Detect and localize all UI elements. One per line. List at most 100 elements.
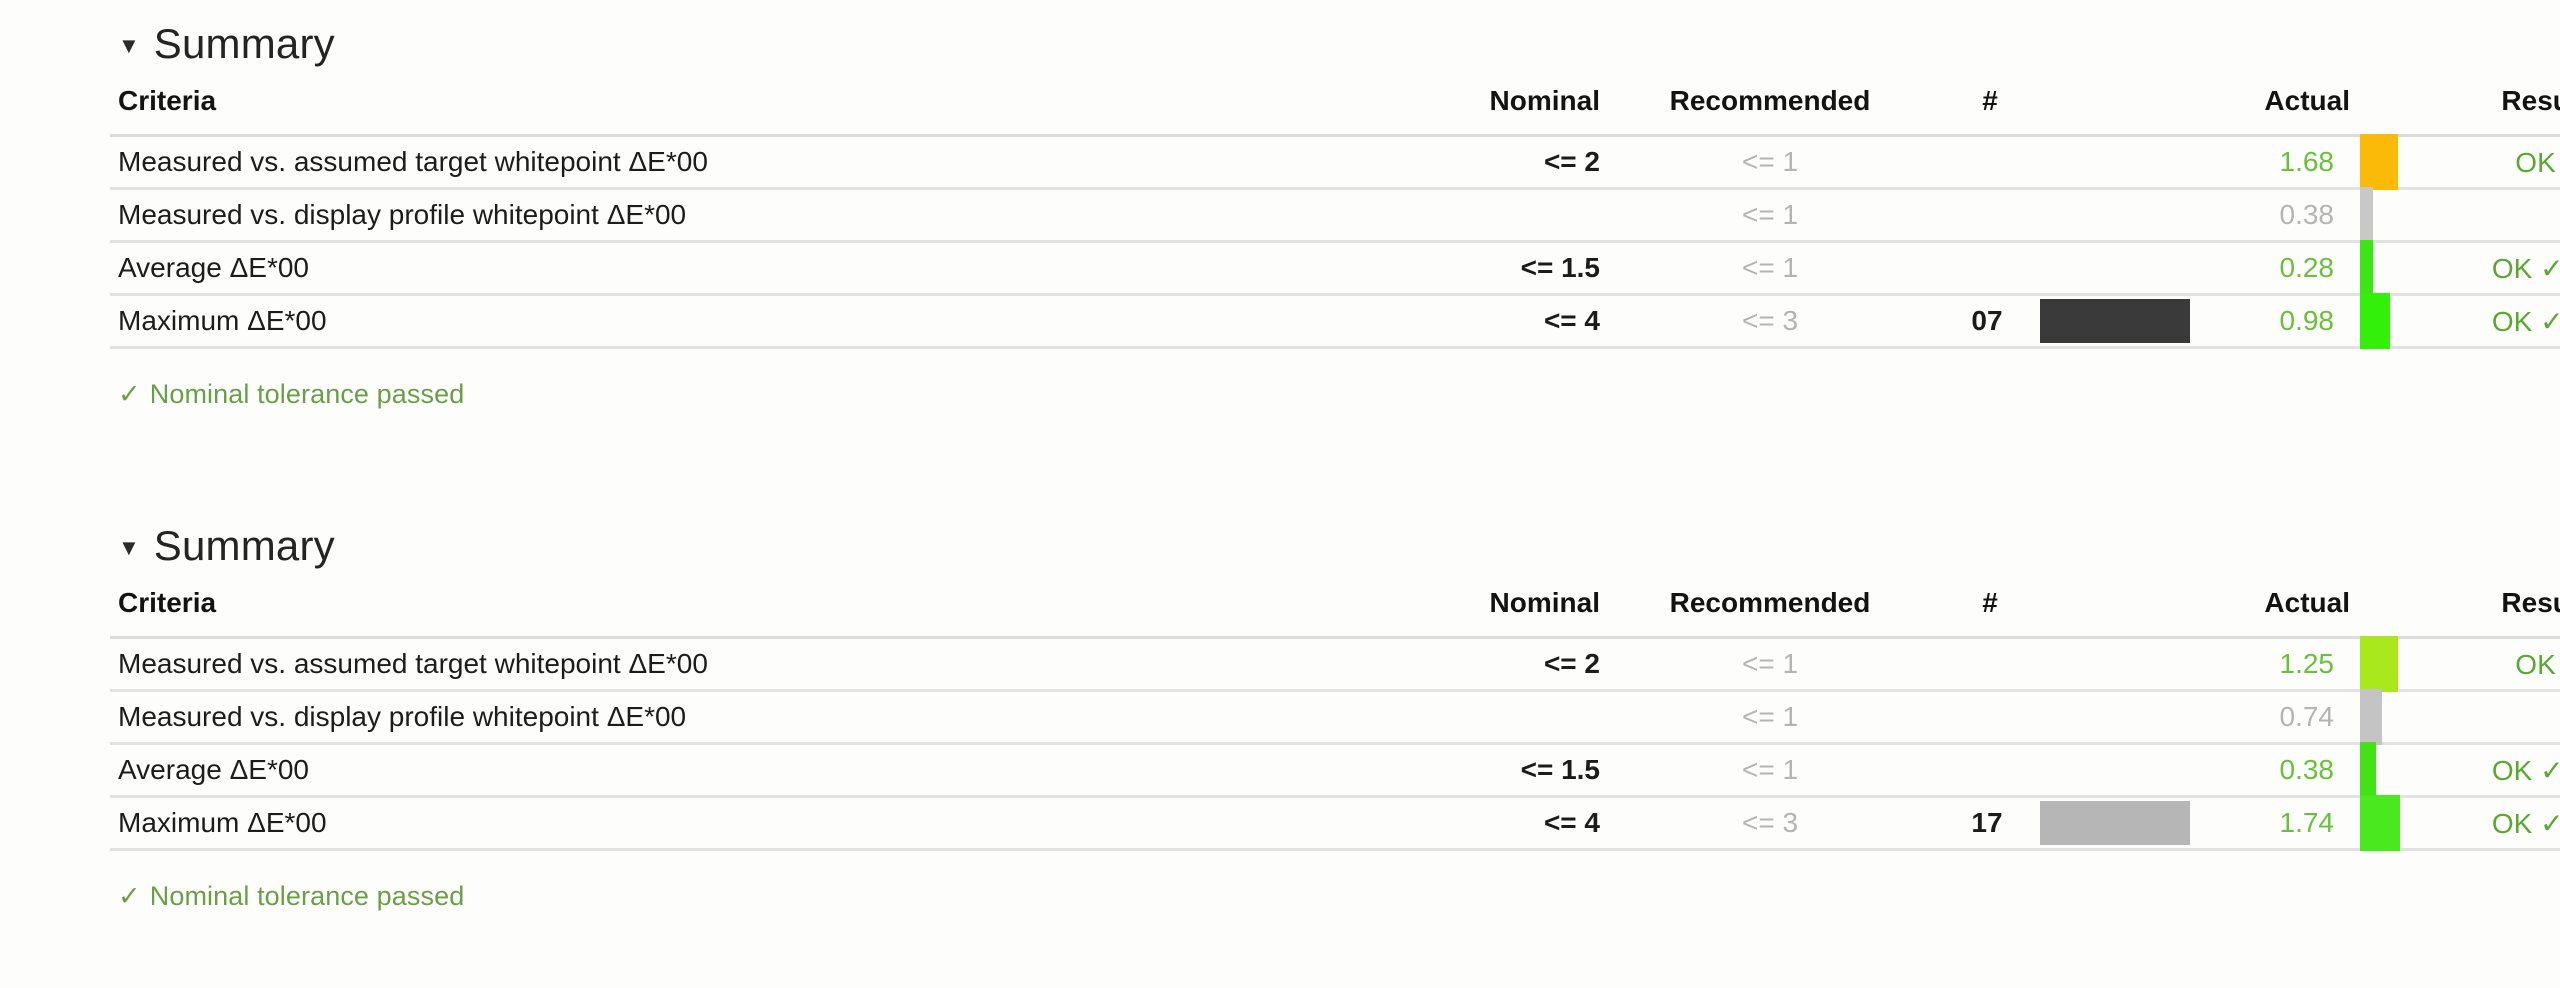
cell-criteria: Maximum ΔE*00	[110, 795, 1260, 851]
status-badge: OK ✓	[2405, 636, 2560, 692]
cell-nominal: <= 4	[1260, 293, 1600, 349]
cell-nominal: <= 4	[1260, 795, 1600, 851]
cell-number: 07	[1940, 293, 2040, 349]
cell-status-bar	[2350, 134, 2405, 190]
cell-recommended: <= 1	[1600, 134, 1940, 190]
cell-criteria: Measured vs. assumed target whitepoint Δ…	[110, 134, 1260, 190]
cell-actual: 1.25	[2200, 636, 2350, 692]
column-header-number: #	[1982, 85, 1998, 116]
cell-criteria: Measured vs. display profile whitepoint …	[110, 689, 1260, 745]
cell-status-bar	[2350, 742, 2405, 798]
column-header-result: Result	[2501, 587, 2560, 618]
section-header-2[interactable]: ▼ Summary	[0, 518, 2560, 574]
table-row: Maximum ΔE*00 <= 4 <= 3 07 0.98 OK ✓✓	[110, 293, 2560, 349]
cell-actual: 0.28	[2200, 240, 2350, 296]
column-header-swatch	[2040, 574, 2200, 638]
cell-nominal: <= 1.5	[1260, 240, 1600, 296]
summary-panel-1: ▼ Summary Criteria Nominal Recommended #…	[0, 16, 2560, 410]
cell-swatch	[2040, 636, 2200, 692]
tolerance-note-2: ✓ Nominal tolerance passed	[0, 881, 2560, 912]
column-header-criteria: Criteria	[118, 587, 217, 618]
cell-status-bar	[2350, 636, 2405, 692]
cell-recommended: <= 1	[1600, 689, 1940, 745]
cell-criteria: Measured vs. assumed target whitepoint Δ…	[110, 636, 1260, 692]
status-bar	[2360, 240, 2373, 296]
status-badge: OK ✓✓	[2405, 293, 2560, 349]
cell-nominal: <= 1.5	[1260, 742, 1600, 798]
status-bar	[2360, 689, 2382, 745]
table-row: Measured vs. assumed target whitepoint Δ…	[110, 134, 2560, 190]
column-header-number: #	[1982, 587, 1998, 618]
table-row: Measured vs. display profile whitepoint …	[110, 689, 2560, 745]
cell-status-bar	[2350, 293, 2405, 349]
status-bar	[2360, 134, 2398, 190]
cell-nominal: <= 2	[1260, 134, 1600, 190]
cell-actual: 0.38	[2200, 187, 2350, 243]
table-body-2: Measured vs. assumed target whitepoint Δ…	[110, 636, 2560, 851]
status-bar	[2360, 293, 2390, 349]
column-header-criteria: Criteria	[118, 85, 217, 116]
cell-recommended: <= 1	[1600, 187, 1940, 243]
cell-swatch	[2040, 742, 2200, 798]
column-header-actual: Actual	[2264, 587, 2350, 618]
column-header-swatch	[2040, 72, 2200, 136]
color-swatch	[2040, 801, 2190, 845]
triangle-down-icon[interactable]: ▼	[118, 537, 140, 559]
cell-number	[1940, 187, 2040, 243]
summary-table-1: Criteria Nominal Recommended # Actual Re…	[110, 72, 2560, 349]
cell-nominal: <= 2	[1260, 636, 1600, 692]
table-header-row: Criteria Nominal Recommended # Actual Re…	[110, 574, 2560, 638]
cell-recommended: <= 3	[1600, 293, 1940, 349]
section-header-1[interactable]: ▼ Summary	[0, 16, 2560, 72]
cell-status-bar	[2350, 187, 2405, 243]
status-badge: OK ✓	[2405, 134, 2560, 190]
cell-actual: 0.74	[2200, 689, 2350, 745]
table-row: Average ΔE*00 <= 1.5 <= 1 0.38 OK ✓✓	[110, 742, 2560, 798]
column-header-nominal: Nominal	[1489, 85, 1600, 116]
cell-actual: 1.68	[2200, 134, 2350, 190]
table-row: Maximum ΔE*00 <= 4 <= 3 17 1.74 OK ✓✓	[110, 795, 2560, 851]
triangle-down-icon[interactable]: ▼	[118, 35, 140, 57]
cell-nominal	[1260, 187, 1600, 243]
status-bar	[2360, 187, 2373, 243]
check-icon: ✓	[118, 881, 141, 911]
status-bar	[2360, 636, 2398, 692]
cell-actual: 0.98	[2200, 293, 2350, 349]
cell-criteria: Average ΔE*00	[110, 742, 1260, 798]
column-header-bar	[2350, 574, 2405, 638]
table-row: Measured vs. assumed target whitepoint Δ…	[110, 636, 2560, 692]
cell-actual: 0.38	[2200, 742, 2350, 798]
tolerance-note-1: ✓ Nominal tolerance passed	[0, 379, 2560, 410]
status-badge	[2405, 689, 2560, 745]
cell-nominal	[1260, 689, 1600, 745]
cell-swatch	[2040, 240, 2200, 296]
cell-criteria: Average ΔE*00	[110, 240, 1260, 296]
cell-criteria: Maximum ΔE*00	[110, 293, 1260, 349]
column-header-bar	[2350, 72, 2405, 136]
cell-status-bar	[2350, 795, 2405, 851]
cell-recommended: <= 1	[1600, 742, 1940, 798]
report-page: ▼ Summary Criteria Nominal Recommended #…	[0, 0, 2560, 988]
tolerance-note-text: Nominal tolerance passed	[149, 881, 465, 911]
column-header-result: Result	[2501, 85, 2560, 116]
column-header-recommended: Recommended	[1669, 85, 1871, 116]
cell-swatch	[2040, 187, 2200, 243]
summary-panel-2: ▼ Summary Criteria Nominal Recommended #…	[0, 518, 2560, 912]
status-bar	[2360, 795, 2400, 851]
cell-status-bar	[2350, 689, 2405, 745]
column-header-nominal: Nominal	[1489, 587, 1600, 618]
status-badge	[2405, 187, 2560, 243]
cell-actual: 1.74	[2200, 795, 2350, 851]
cell-criteria: Measured vs. display profile whitepoint …	[110, 187, 1260, 243]
cell-swatch	[2040, 134, 2200, 190]
column-header-recommended: Recommended	[1669, 587, 1871, 618]
cell-swatch	[2040, 689, 2200, 745]
tolerance-note-text: Nominal tolerance passed	[149, 379, 465, 409]
cell-recommended: <= 1	[1600, 636, 1940, 692]
cell-number: 17	[1940, 795, 2040, 851]
cell-number	[1940, 742, 2040, 798]
status-badge: OK ✓✓	[2405, 795, 2560, 851]
check-icon: ✓	[118, 379, 141, 409]
page-title: Summary	[153, 522, 335, 569]
table-body-1: Measured vs. assumed target whitepoint Δ…	[110, 134, 2560, 349]
